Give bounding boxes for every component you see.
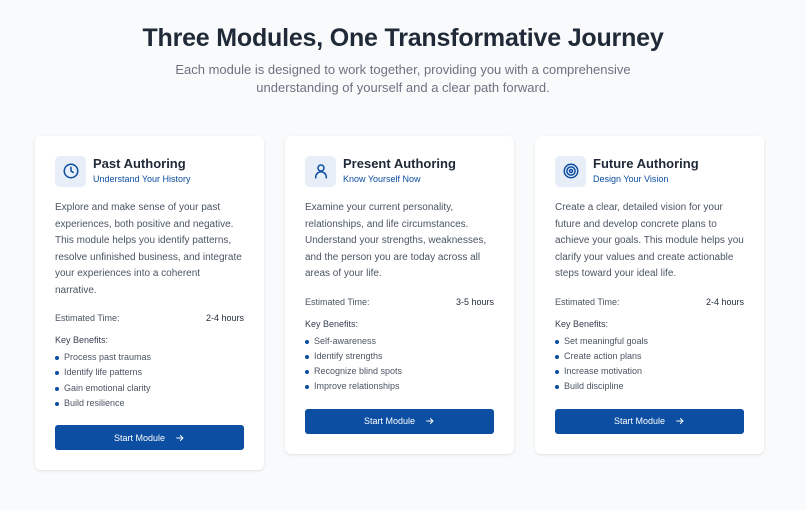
- benefits-list: Set meaningful goals Create action plans…: [555, 334, 744, 395]
- estimated-time-value: 3-5 hours: [455, 296, 494, 307]
- list-item: Improve relationships: [305, 379, 494, 394]
- key-benefits-label: Key Benefits:: [305, 318, 359, 329]
- card-description: Create a clear, detailed vision for your…: [555, 202, 744, 279]
- list-item: Self-awareness: [305, 334, 494, 349]
- list-item: Identify strengths: [305, 349, 494, 364]
- arrow-right-icon: [676, 418, 684, 425]
- key-benefits-label: Key Benefits:: [555, 318, 609, 329]
- list-item: Process past traumas: [55, 350, 244, 365]
- button-label: Start Module: [113, 432, 166, 443]
- card-header: Past Authoring Understand Your History: [55, 155, 244, 187]
- card-description: Examine your current personality, relati…: [305, 202, 487, 279]
- estimated-time: Estimated Time: 3-5 hours: [305, 295, 494, 309]
- estimated-time-label: Estimated Time:: [305, 296, 370, 307]
- target-icon: [555, 155, 586, 187]
- module-card-present: Present Authoring Know Yourself Now Exam…: [285, 136, 514, 454]
- page-subtitle: Each module is designed to work together…: [175, 62, 631, 95]
- button-label: Start Module: [363, 416, 416, 427]
- list-item: Increase motivation: [555, 364, 744, 379]
- page-title: Three Modules, One Transformative Journe…: [142, 24, 664, 52]
- card-title: Future Authoring: [593, 156, 699, 171]
- benefits-list: Process past traumas Identify life patte…: [55, 350, 244, 411]
- estimated-time-value: 2-4 hours: [705, 296, 744, 307]
- arrow-right-icon: [426, 418, 434, 425]
- estimated-time-label: Estimated Time:: [555, 296, 620, 307]
- estimated-time-label: Estimated Time:: [55, 313, 120, 323]
- benefits-list: Self-awareness Identify strengths Recogn…: [305, 334, 494, 395]
- list-item: Build discipline: [555, 379, 744, 394]
- card-title: Present Authoring: [343, 156, 456, 171]
- start-module-button[interactable]: Start Module: [55, 425, 244, 451]
- start-module-button[interactable]: Start Module: [555, 408, 744, 434]
- key-benefits-label: Key Benefits:: [55, 335, 109, 345]
- user-icon: [305, 155, 336, 187]
- list-item: Recognize blind spots: [305, 364, 494, 379]
- card-description: Explore and make sense of your past expe…: [55, 202, 242, 296]
- card-title: Past Authoring: [93, 156, 186, 171]
- card-header: Future Authoring Design Your Vision: [555, 155, 744, 187]
- card-header: Present Authoring Know Yourself Now: [305, 155, 494, 187]
- list-item: Set meaningful goals: [555, 334, 744, 349]
- estimated-time: Estimated Time: 2-4 hours: [555, 295, 744, 309]
- module-card-future: Future Authoring Design Your Vision Crea…: [535, 136, 764, 454]
- list-item: Identify life patterns: [55, 365, 244, 380]
- arrow-right-icon: [176, 434, 184, 441]
- list-item: Create action plans: [555, 349, 744, 364]
- estimated-time-value: 2-4 hours: [205, 313, 244, 323]
- button-label: Start Module: [613, 416, 666, 427]
- estimated-time: Estimated Time: 2-4 hours: [55, 311, 244, 325]
- start-module-button[interactable]: Start Module: [305, 408, 494, 434]
- clock-icon: [55, 155, 86, 187]
- card-subtitle: Know Yourself Now: [343, 174, 421, 184]
- module-card-past: Past Authoring Understand Your History E…: [35, 136, 264, 471]
- list-item: Gain emotional clarity: [55, 381, 244, 396]
- card-subtitle: Design Your Vision: [593, 174, 669, 184]
- list-item: Build resilience: [55, 396, 244, 411]
- card-subtitle: Understand Your History: [93, 174, 191, 184]
